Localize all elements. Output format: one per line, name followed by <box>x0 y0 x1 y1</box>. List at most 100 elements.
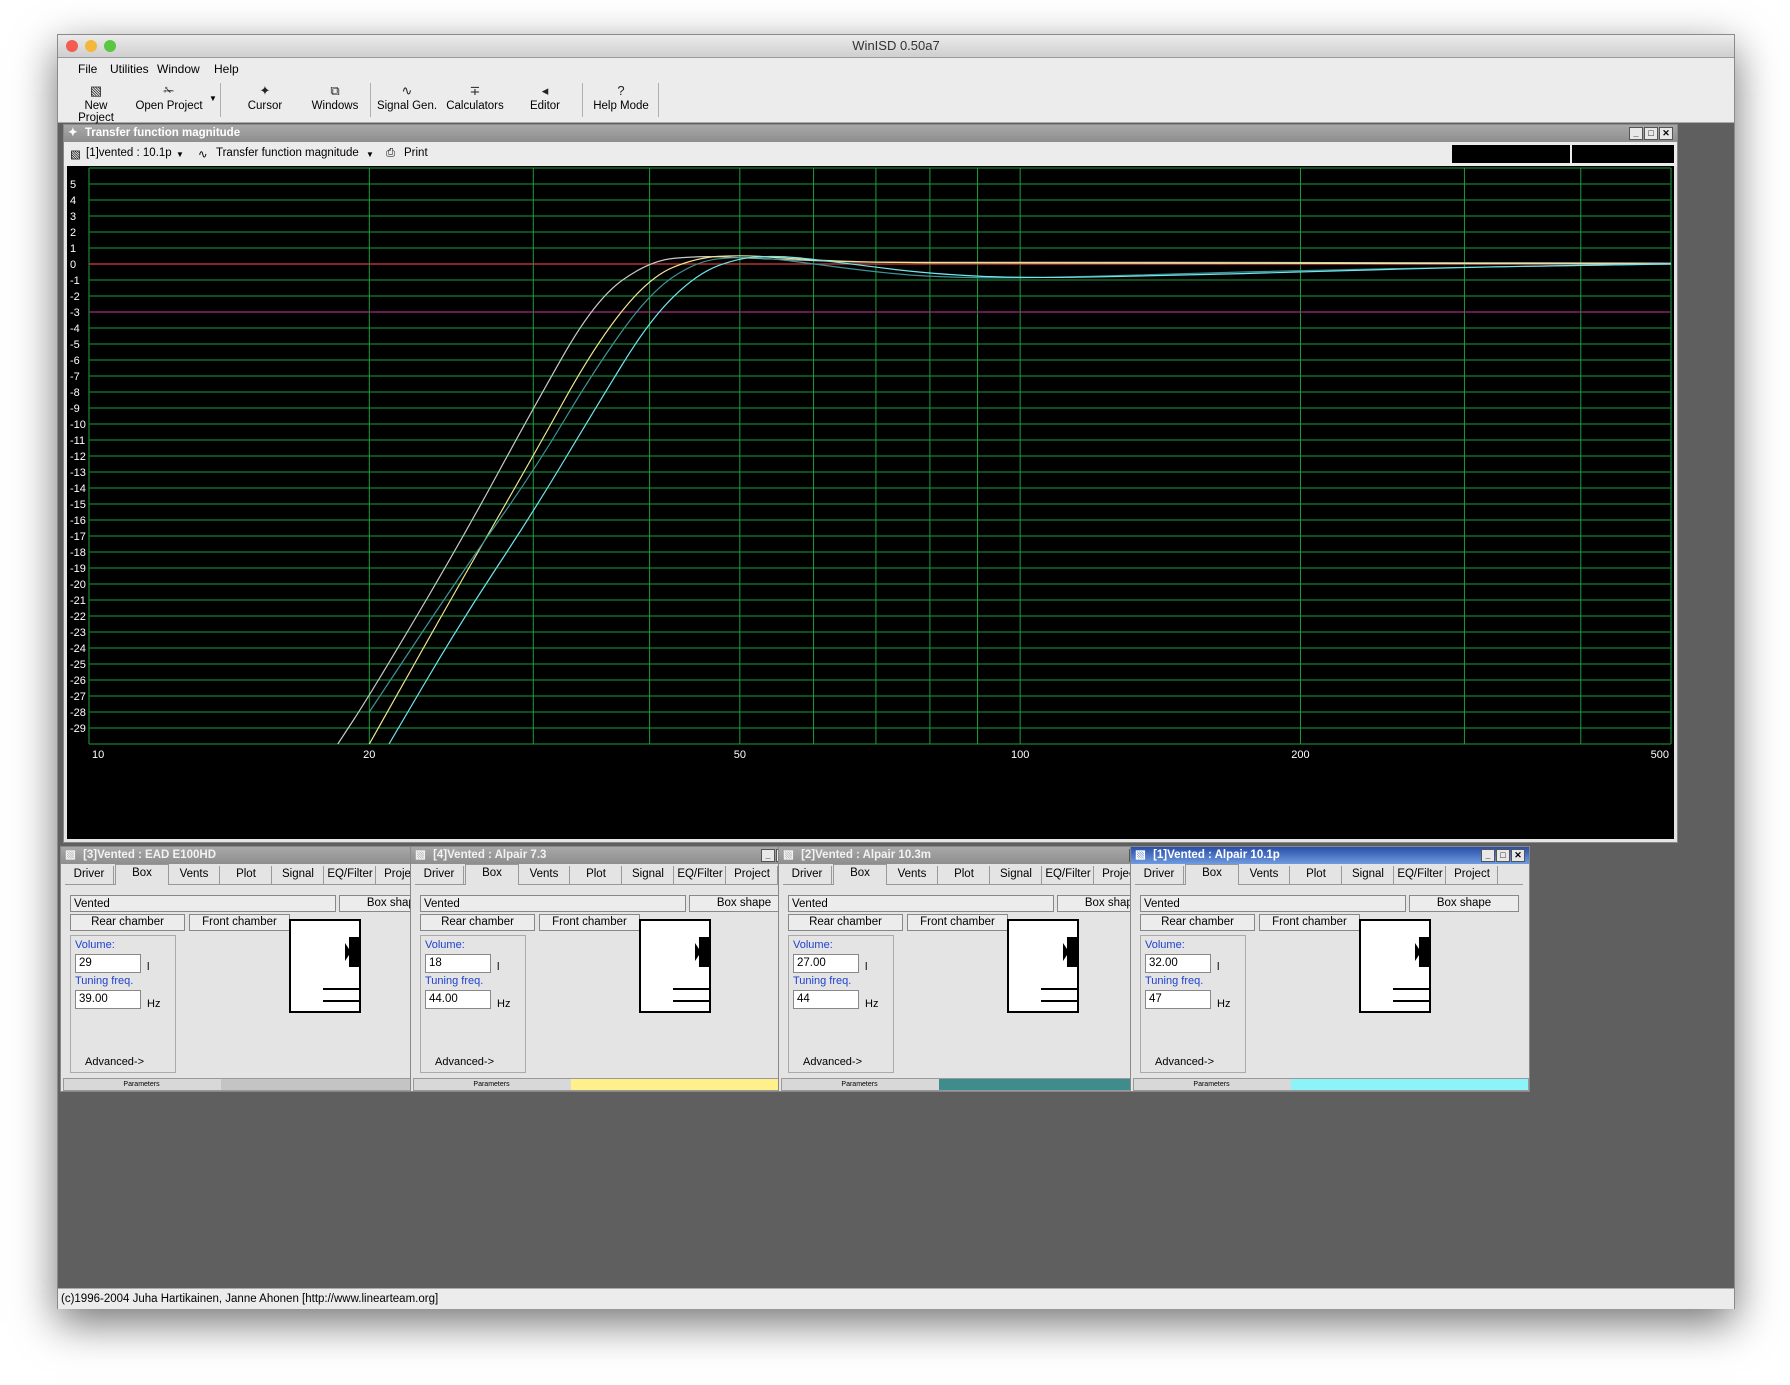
tab-driver[interactable]: Driver <box>783 866 832 884</box>
front-chamber-button[interactable]: Front chamber <box>189 914 290 931</box>
chart-svg: 543210-1-2-3-4-5-6-7-8-9-10-11-12-13-14-… <box>70 167 1672 761</box>
box-type-value: Vented <box>792 898 828 910</box>
volume-input[interactable]: 29 <box>75 954 141 973</box>
box-type-value: Vented <box>424 898 460 910</box>
open-project-dropdown-icon[interactable]: ▼ <box>209 94 217 103</box>
tab-signal[interactable]: Signal <box>991 866 1042 884</box>
graph-type-dropdown-icon[interactable]: ▼ <box>366 150 374 159</box>
volume-input[interactable]: 18 <box>425 954 491 973</box>
calculators-button[interactable]: ∓ Calculators <box>442 82 508 118</box>
advanced-button[interactable]: Advanced-> <box>803 1056 862 1068</box>
box-type-field[interactable]: Vented <box>420 895 686 912</box>
close-icon[interactable]: ✕ <box>1511 849 1525 862</box>
panel-titlebar[interactable]: ▧ [3]Vented : EAD E100HD _ □ ✕ <box>61 847 459 864</box>
rear-chamber-button[interactable]: Rear chamber <box>420 914 535 931</box>
advanced-button[interactable]: Advanced-> <box>85 1056 144 1068</box>
zoom-window-button[interactable] <box>104 40 116 52</box>
tab-plot[interactable]: Plot <box>939 866 990 884</box>
close-icon[interactable]: ✕ <box>1659 127 1673 140</box>
tab-project[interactable]: Project <box>1447 866 1498 884</box>
panel-status: Parameters <box>63 1078 459 1091</box>
graph-type-select[interactable]: Transfer function magnitude <box>216 147 359 159</box>
front-chamber-button[interactable]: Front chamber <box>539 914 640 931</box>
open-project-button[interactable]: ✁ Open Project <box>130 82 208 118</box>
driver-panel-4: ▧ [1]Vented : Alpair 10.1p _ □ ✕ Driver B… <box>1130 846 1530 1092</box>
editor-button[interactable]: ◂ Editor <box>512 82 578 118</box>
menu-file[interactable]: File <box>78 62 97 76</box>
cursor-button[interactable]: ✦ Cursor <box>232 82 298 118</box>
minimize-window-button[interactable] <box>85 40 97 52</box>
project-select-dropdown-icon[interactable]: ▼ <box>176 150 184 159</box>
volume-unit: l <box>147 961 150 973</box>
front-chamber-button[interactable]: Front chamber <box>907 914 1008 931</box>
tab-driver[interactable]: Driver <box>415 866 464 884</box>
tab-vents[interactable]: Vents <box>887 866 938 884</box>
tab-eq-filter[interactable]: EQ/Filter <box>1043 866 1094 884</box>
tuning-input[interactable]: 44 <box>793 990 859 1009</box>
driver-panel-2: ▧ [4]Vented : Alpair 7.3 _ □ ✕ DriverBox… <box>410 846 810 1092</box>
front-chamber-button[interactable]: Front chamber <box>1259 914 1360 931</box>
maximize-icon[interactable]: □ <box>1644 127 1658 140</box>
menu-window[interactable]: Window <box>157 62 200 76</box>
tuning-label: Tuning freq. <box>793 975 852 987</box>
window-titlebar[interactable]: WinISD 0.50a7 <box>58 35 1734 58</box>
tab-vents[interactable]: Vents <box>519 866 570 884</box>
tab-plot[interactable]: Plot <box>1291 866 1342 884</box>
volume-input[interactable]: 32.00 <box>1145 954 1211 973</box>
minimize-icon[interactable]: _ <box>1481 849 1495 862</box>
toolbar-separator <box>582 83 583 117</box>
menu-help[interactable]: Help <box>214 62 239 76</box>
box-shape-button[interactable]: Box shape <box>1409 895 1519 912</box>
tab-box[interactable]: Box <box>833 864 887 885</box>
y-tick-label: 3 <box>70 211 76 223</box>
new-project-button[interactable]: ▧ New Project <box>66 82 126 124</box>
panel-title: [1]Vented : Alpair 10.1p <box>1153 849 1280 861</box>
tab-box[interactable]: Box <box>465 864 519 885</box>
tab-driver[interactable]: Driver <box>65 866 114 884</box>
box-type-field[interactable]: Vented <box>788 895 1054 912</box>
tab-signal[interactable]: Signal <box>1343 866 1394 884</box>
tab-box[interactable]: Box <box>1185 864 1239 885</box>
series-line-1 <box>337 256 1671 744</box>
rear-chamber-button[interactable]: Rear chamber <box>70 914 185 931</box>
tab-plot[interactable]: Plot <box>221 866 272 884</box>
menu-utilities[interactable]: Utilities <box>110 62 149 76</box>
help-mode-button[interactable]: ? Help Mode <box>588 82 654 118</box>
tuning-input[interactable]: 44.00 <box>425 990 491 1009</box>
app-window: WinISD 0.50a7 File Utilities Window Help… <box>57 34 1735 1309</box>
tab-vents[interactable]: Vents <box>1239 866 1290 884</box>
print-button[interactable]: Print <box>404 147 428 159</box>
close-window-button[interactable] <box>66 40 78 52</box>
panel-titlebar[interactable]: ▧ [2]Vented : Alpair 10.3m _ □ ✕ <box>779 847 1177 864</box>
panel-titlebar[interactable]: ▧ [4]Vented : Alpair 7.3 _ □ ✕ <box>411 847 809 864</box>
panel-titlebar[interactable]: ▧ [1]Vented : Alpair 10.1p _ □ ✕ <box>1131 847 1529 864</box>
tab-vents[interactable]: Vents <box>169 866 220 884</box>
tab-eq-filter[interactable]: EQ/Filter <box>325 866 376 884</box>
graph-window-titlebar[interactable]: ✦ Transfer function magnitude _ □ ✕ <box>64 125 1677 142</box>
minimize-icon[interactable]: _ <box>1629 127 1643 140</box>
transfer-function-plot[interactable]: 5 4 3 2 1 0 -1 -2 -3 -4 -5 -6 -7 -8 -9 -10 -11 -12 -13 -14-… <box>67 166 1674 839</box>
box-type-field[interactable]: Vented <box>1140 895 1406 912</box>
parameters-label: Parameters <box>473 1081 510 1088</box>
tab-plot[interactable]: Plot <box>571 866 622 884</box>
tab-signal[interactable]: Signal <box>623 866 674 884</box>
project-select[interactable]: [1]vented : 10.1p <box>86 147 172 159</box>
tab-project[interactable]: Project <box>727 866 778 884</box>
tab-driver[interactable]: Driver <box>1135 866 1184 884</box>
advanced-button[interactable]: Advanced-> <box>1155 1056 1214 1068</box>
minimize-icon[interactable]: _ <box>761 849 775 862</box>
rear-chamber-button[interactable]: Rear chamber <box>788 914 903 931</box>
signal-gen-button[interactable]: ∿ Signal Gen. <box>376 82 438 118</box>
rear-chamber-button[interactable]: Rear chamber <box>1140 914 1255 931</box>
box-type-field[interactable]: Vented <box>70 895 336 912</box>
volume-input[interactable]: 27.00 <box>793 954 859 973</box>
tuning-input[interactable]: 47 <box>1145 990 1211 1009</box>
tab-eq-filter[interactable]: EQ/Filter <box>1395 866 1446 884</box>
tuning-input[interactable]: 39.00 <box>75 990 141 1009</box>
tab-signal[interactable]: Signal <box>273 866 324 884</box>
maximize-icon[interactable]: □ <box>1496 849 1510 862</box>
windows-button[interactable]: ⧉ Windows <box>302 82 368 118</box>
advanced-button[interactable]: Advanced-> <box>435 1056 494 1068</box>
tab-box[interactable]: Box <box>115 864 169 885</box>
tab-eq-filter[interactable]: EQ/Filter <box>675 866 726 884</box>
